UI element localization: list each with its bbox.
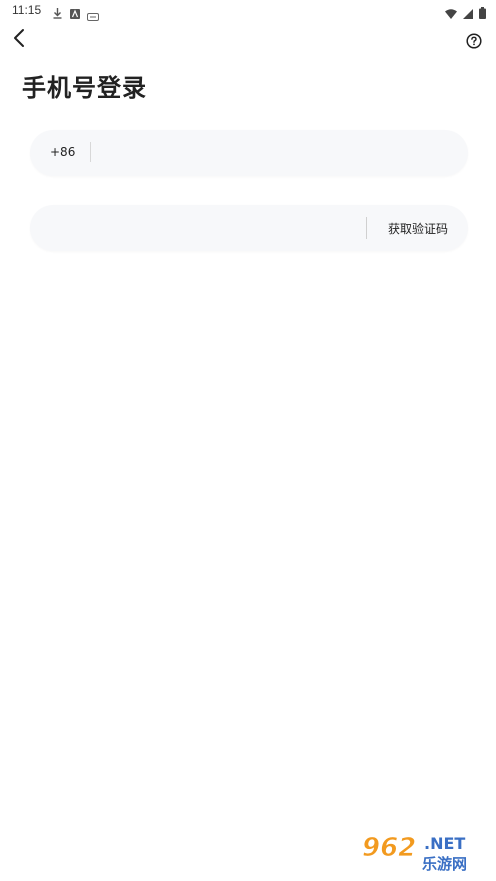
page-title: 手机号登录 xyxy=(22,74,147,102)
watermark-number: 962 xyxy=(362,833,416,863)
cellular-signal-icon xyxy=(463,4,473,23)
country-code-selector[interactable]: +86 xyxy=(50,145,75,159)
watermark-logo: 962 .NET 乐游网 xyxy=(356,829,488,875)
watermark-suffix: .NET xyxy=(424,834,465,853)
notification-badge-icon xyxy=(87,6,99,25)
status-bar: 11:15 xyxy=(0,0,496,22)
status-time: 11:15 xyxy=(12,3,42,17)
battery-icon xyxy=(479,4,486,23)
help-button[interactable] xyxy=(466,33,482,49)
get-verification-code-button[interactable]: 获取验证码 xyxy=(388,220,448,237)
status-right-icons xyxy=(445,4,486,23)
question-circle-icon xyxy=(466,33,482,53)
app-notification-icon xyxy=(70,4,80,23)
code-input-row: 获取验证码 xyxy=(30,205,468,251)
code-divider xyxy=(366,217,367,239)
chevron-left-icon xyxy=(13,28,25,52)
watermark-text: 乐游网 xyxy=(422,855,467,873)
phone-divider xyxy=(90,142,91,162)
phone-input-row: +86 xyxy=(30,130,468,176)
verification-code-input[interactable] xyxy=(48,213,362,245)
phone-number-input[interactable] xyxy=(100,138,454,170)
wifi-icon xyxy=(445,4,457,23)
download-icon xyxy=(52,4,63,23)
back-button[interactable] xyxy=(8,29,30,51)
